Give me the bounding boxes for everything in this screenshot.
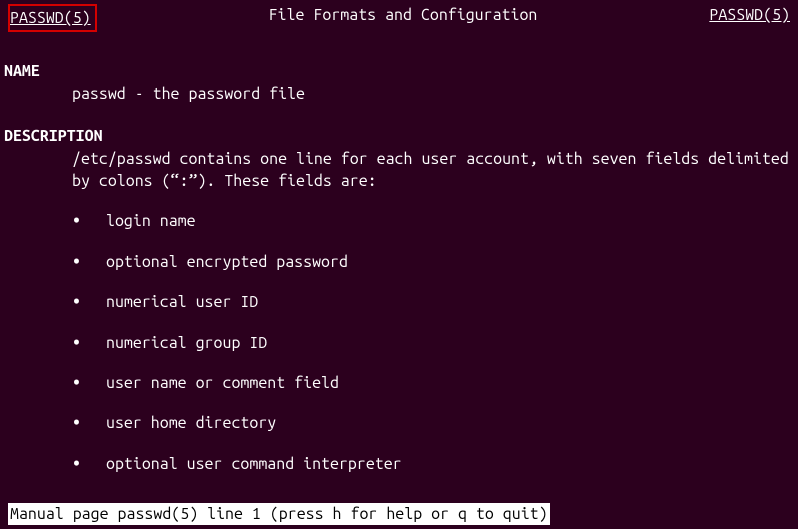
- man-page-header: PASSWD(5) File Formats and Configuration…: [0, 0, 798, 32]
- description-section: DESCRIPTION /etc/passwd contains one lin…: [0, 125, 798, 475]
- bullet-icon: •: [72, 251, 106, 273]
- bullet-text: numerical user ID: [106, 293, 258, 311]
- bullet-icon: •: [72, 210, 106, 232]
- list-item: •user name or comment field: [0, 372, 798, 394]
- bullet-text: user home directory: [106, 414, 276, 432]
- bullet-icon: •: [72, 412, 106, 434]
- bullet-text: optional encrypted password: [106, 253, 348, 271]
- bullet-text: user name or comment field: [106, 374, 339, 392]
- bullet-text: optional user command interpreter: [106, 455, 402, 473]
- name-heading: NAME: [0, 60, 798, 82]
- header-left: PASSWD(5): [10, 9, 91, 27]
- bullet-text: numerical group ID: [106, 334, 267, 352]
- bullet-text: login name: [106, 212, 196, 230]
- description-heading: DESCRIPTION: [0, 125, 798, 147]
- highlighted-header-left: PASSWD(5): [8, 4, 97, 32]
- status-bar-wrapper: Manual page passwd(5) line 1 (press h fo…: [0, 507, 798, 529]
- list-item: •optional user command interpreter: [0, 453, 798, 475]
- list-item: •user home directory: [0, 412, 798, 434]
- description-text: /etc/passwd contains one line for each u…: [0, 148, 798, 193]
- header-center: File Formats and Configuration: [269, 4, 538, 32]
- bullet-icon: •: [72, 291, 106, 313]
- description-bullet-list: •login name •optional encrypted password…: [0, 210, 798, 475]
- bullet-icon: •: [72, 453, 106, 475]
- list-item: •login name: [0, 210, 798, 232]
- bullet-icon: •: [72, 332, 106, 354]
- status-bar[interactable]: Manual page passwd(5) line 1 (press h fo…: [8, 503, 550, 525]
- name-text: passwd - the password file: [0, 83, 798, 105]
- name-section: NAME passwd - the password file: [0, 60, 798, 105]
- bullet-icon: •: [72, 372, 106, 394]
- list-item: •optional encrypted password: [0, 251, 798, 273]
- list-item: •numerical user ID: [0, 291, 798, 313]
- list-item: •numerical group ID: [0, 332, 798, 354]
- header-right: PASSWD(5): [709, 4, 790, 32]
